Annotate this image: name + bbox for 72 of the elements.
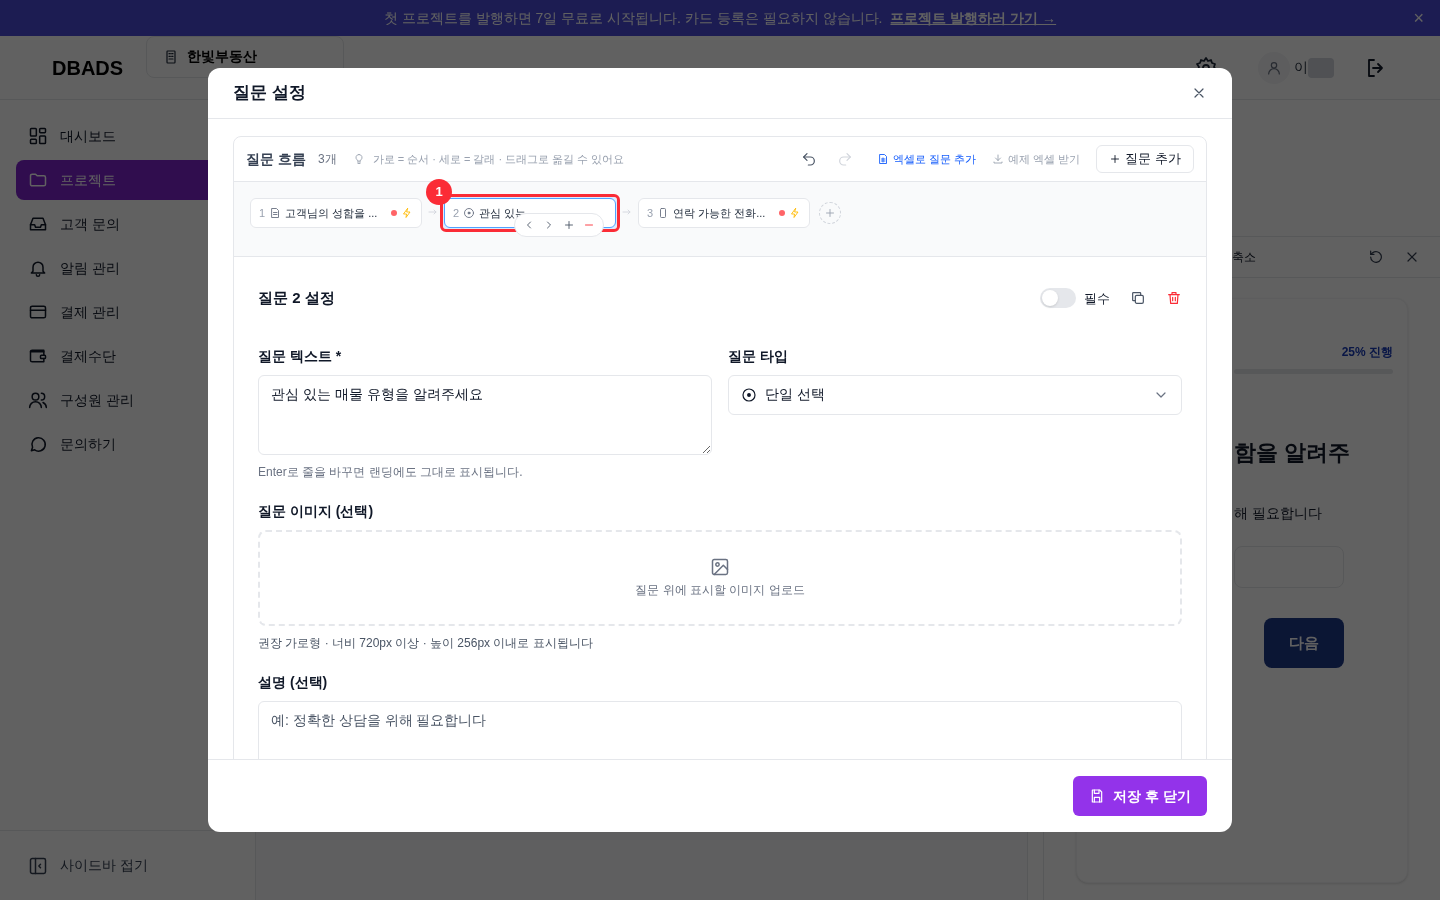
preview-heading: 함을 알려주 (1234, 439, 1352, 467)
field-label: 질문 타입 (728, 346, 789, 366)
field-label: 설명 (선택) (258, 672, 329, 692)
settings-title: 질문 2 설정 (258, 288, 336, 308)
field-hint: Enter로 줄을 바꾸면 랜딩에도 그대로 표시됩니다. (258, 463, 524, 481)
flow-hint: 가로 = 순서 · 세로 = 갈래 · 드래그로 옮길 수 있어요 (372, 151, 626, 167)
copy-icon[interactable] (1130, 290, 1146, 307)
undo-icon[interactable] (801, 151, 818, 167)
field-label: 질문 텍스트 * (258, 346, 343, 366)
wallet-icon (28, 346, 48, 366)
spreadsheet-icon (877, 153, 890, 165)
question-text-field[interactable]: 관심 있는 매물 유형을 알려주세요 (258, 374, 712, 455)
users-icon (28, 390, 48, 410)
sidebar-item[interactable]: 결제 관리 (16, 292, 239, 332)
sidebar-item[interactable]: 결제수단 (16, 336, 239, 376)
sidebar-item[interactable]: 구성원 관리 (16, 380, 239, 420)
add-question-button[interactable]: 질문 추가 (1096, 145, 1194, 173)
chat-icon (28, 434, 48, 454)
avatar[interactable] (1258, 51, 1290, 84)
dialog-title: 질문 설정 (233, 82, 307, 105)
radio-icon (741, 386, 757, 403)
building-icon (163, 48, 179, 65)
sidebar-item[interactable]: 문의하기 (16, 424, 239, 464)
logo: DBADS (52, 55, 125, 81)
folder-icon (28, 170, 48, 190)
user-name: 이 (1294, 58, 1308, 77)
card-icon (28, 302, 48, 322)
question-node[interactable]: 1 고객님의 성함을 ... (250, 198, 422, 228)
required-toggle[interactable] (1040, 288, 1076, 309)
node-number: 1 (259, 205, 266, 221)
banner-text: 첫 프로젝트를 발행하면 7일 무료로 시작됩니다. 카드 등록은 필요하지 않습니다. (383, 8, 883, 28)
sidebar-item[interactable]: 알림 관리 (16, 248, 239, 288)
user-icon (1266, 59, 1282, 76)
sidebar-item[interactable]: 대시보드 (16, 116, 239, 156)
node-number: 2 (453, 205, 460, 221)
question-count: 3개 (317, 151, 337, 168)
save-close-button[interactable]: 저장 후 닫기 (1073, 776, 1207, 816)
inbox-icon (28, 214, 48, 234)
node-number: 3 (647, 205, 654, 221)
required-label: 필수 (1084, 289, 1110, 308)
sample-download-link[interactable]: 예제 엑셀 받기 (992, 150, 1081, 168)
plus-icon (824, 207, 836, 219)
excel-import-link[interactable]: 엑셀로 질문 추가 (877, 150, 977, 168)
collapse-sidebar-button[interactable]: 사이드바 접기 (28, 855, 148, 876)
node-label: 고객님의 성함을 ... (285, 205, 379, 221)
question-type-select[interactable]: 단일 선택 (728, 374, 1182, 415)
progress-text: 25% 진행 (1341, 344, 1393, 361)
field-label: 질문 이미지 (선택) (258, 501, 375, 521)
radio-icon (463, 207, 476, 219)
next-button[interactable]: 다음 (1264, 618, 1344, 668)
download-icon (992, 153, 1005, 165)
field-hint: 권장 가로형 · 너비 720px 이상 · 높이 256px 이내로 표시됩니다 (258, 634, 594, 652)
image-icon (710, 556, 730, 577)
plus-icon (1109, 153, 1122, 165)
zoom-label: 축소 (1232, 249, 1257, 266)
grid-icon (28, 126, 48, 146)
sidebar-item[interactable]: 고객 문의 (16, 204, 239, 244)
workspace-name: 한빛부동산 (187, 47, 257, 66)
flow-title: 질문 흐름 (246, 149, 306, 169)
close-button[interactable]: × (1413, 9, 1424, 27)
banner-link[interactable]: 프로젝트 발행하러 가기 → (890, 7, 1057, 29)
question-node[interactable]: 3 연락 가능한 전화... (638, 198, 810, 228)
document-icon (269, 207, 282, 219)
trash-icon[interactable] (1166, 290, 1182, 307)
annotation-badge: 1 (426, 179, 452, 205)
preview-description: 해 필요합니다 (1234, 504, 1323, 523)
plus-icon[interactable] (563, 219, 575, 231)
bulb-icon (352, 153, 365, 165)
reset-icon[interactable] (1368, 249, 1384, 265)
image-upload-area[interactable]: 질문 위에 표시할 이미지 업로드 (258, 529, 1182, 626)
node-label: 연락 가능한 전화... (673, 205, 767, 221)
sidebar-collapse-icon (28, 855, 48, 876)
